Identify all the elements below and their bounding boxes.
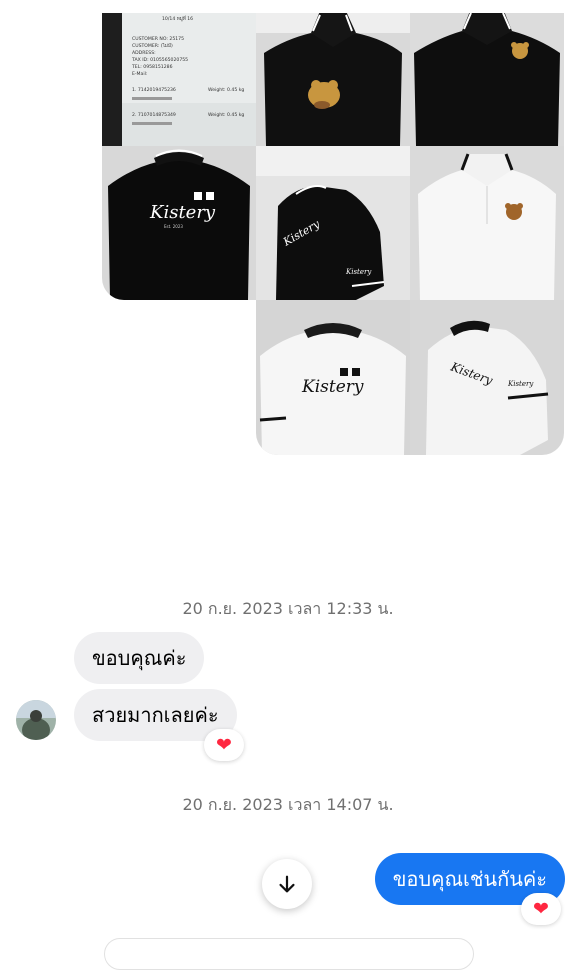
photo-black-polo-front-2[interactable] bbox=[410, 13, 564, 146]
photo-white-polo-back[interactable]: Kistery bbox=[256, 300, 410, 455]
photo-gallery: 10/14 หมู่ที่ 16 CUSTOMER NO: 25175 CUST… bbox=[0, 0, 576, 460]
receipt-line: CUSTOMER: (ไม่มี) bbox=[132, 42, 173, 49]
receipt-line: 2. 7107014875349 bbox=[132, 112, 176, 118]
receipt-line: Weight: 0.45 kg bbox=[208, 87, 244, 93]
receipt-line: ADDRESS: bbox=[132, 50, 156, 56]
receipt-line: 10/14 หมู่ที่ 16 bbox=[162, 15, 193, 22]
brand-print: Kistery bbox=[149, 202, 216, 223]
sender-avatar[interactable] bbox=[16, 700, 56, 740]
receipt-line: Weight: 0.45 kg bbox=[208, 112, 244, 118]
receipt-line: 1. 7142019475236 bbox=[132, 87, 176, 93]
receipt-line: E-Mail: bbox=[132, 71, 148, 77]
receipt-line: TEL: 0958151286 bbox=[131, 64, 173, 70]
brand-print-sleeve: Kistery bbox=[345, 268, 372, 276]
heart-icon[interactable]: ❤ bbox=[521, 893, 561, 925]
photo-black-polo-front[interactable] bbox=[256, 13, 410, 146]
message-timestamp: 20 ก.ย. 2023 เวลา 14:07 น. bbox=[182, 795, 394, 814]
heart-icon[interactable]: ❤ bbox=[204, 729, 244, 761]
receipt-line: TAX ID: 0105565020755 bbox=[131, 57, 188, 63]
brand-print-white: Kistery bbox=[301, 377, 364, 397]
brand-print-white-sleeve: Kistery bbox=[507, 380, 534, 388]
photo-white-polo-front[interactable] bbox=[410, 146, 564, 300]
photo-receipt[interactable]: 10/14 หมู่ที่ 16 CUSTOMER NO: 25175 CUST… bbox=[102, 13, 256, 146]
arrow-down-icon bbox=[279, 875, 295, 893]
photo-black-polo-side[interactable]: Kistery Kistery bbox=[256, 146, 410, 300]
message-composer[interactable] bbox=[104, 938, 474, 970]
photo-white-polo-side[interactable]: Kistery Kistery bbox=[410, 300, 564, 455]
brand-subprint: Est. 2023 bbox=[164, 224, 183, 229]
incoming-message[interactable]: ขอบคุณค่ะ bbox=[74, 632, 205, 684]
receipt-line: CUSTOMER NO: 25175 bbox=[132, 36, 184, 42]
message-timestamp: 20 ก.ย. 2023 เวลา 12:33 น. bbox=[182, 599, 394, 618]
photo-black-polo-back[interactable]: Kistery Est. 2023 bbox=[102, 146, 256, 300]
scroll-to-bottom-button[interactable] bbox=[262, 859, 312, 909]
